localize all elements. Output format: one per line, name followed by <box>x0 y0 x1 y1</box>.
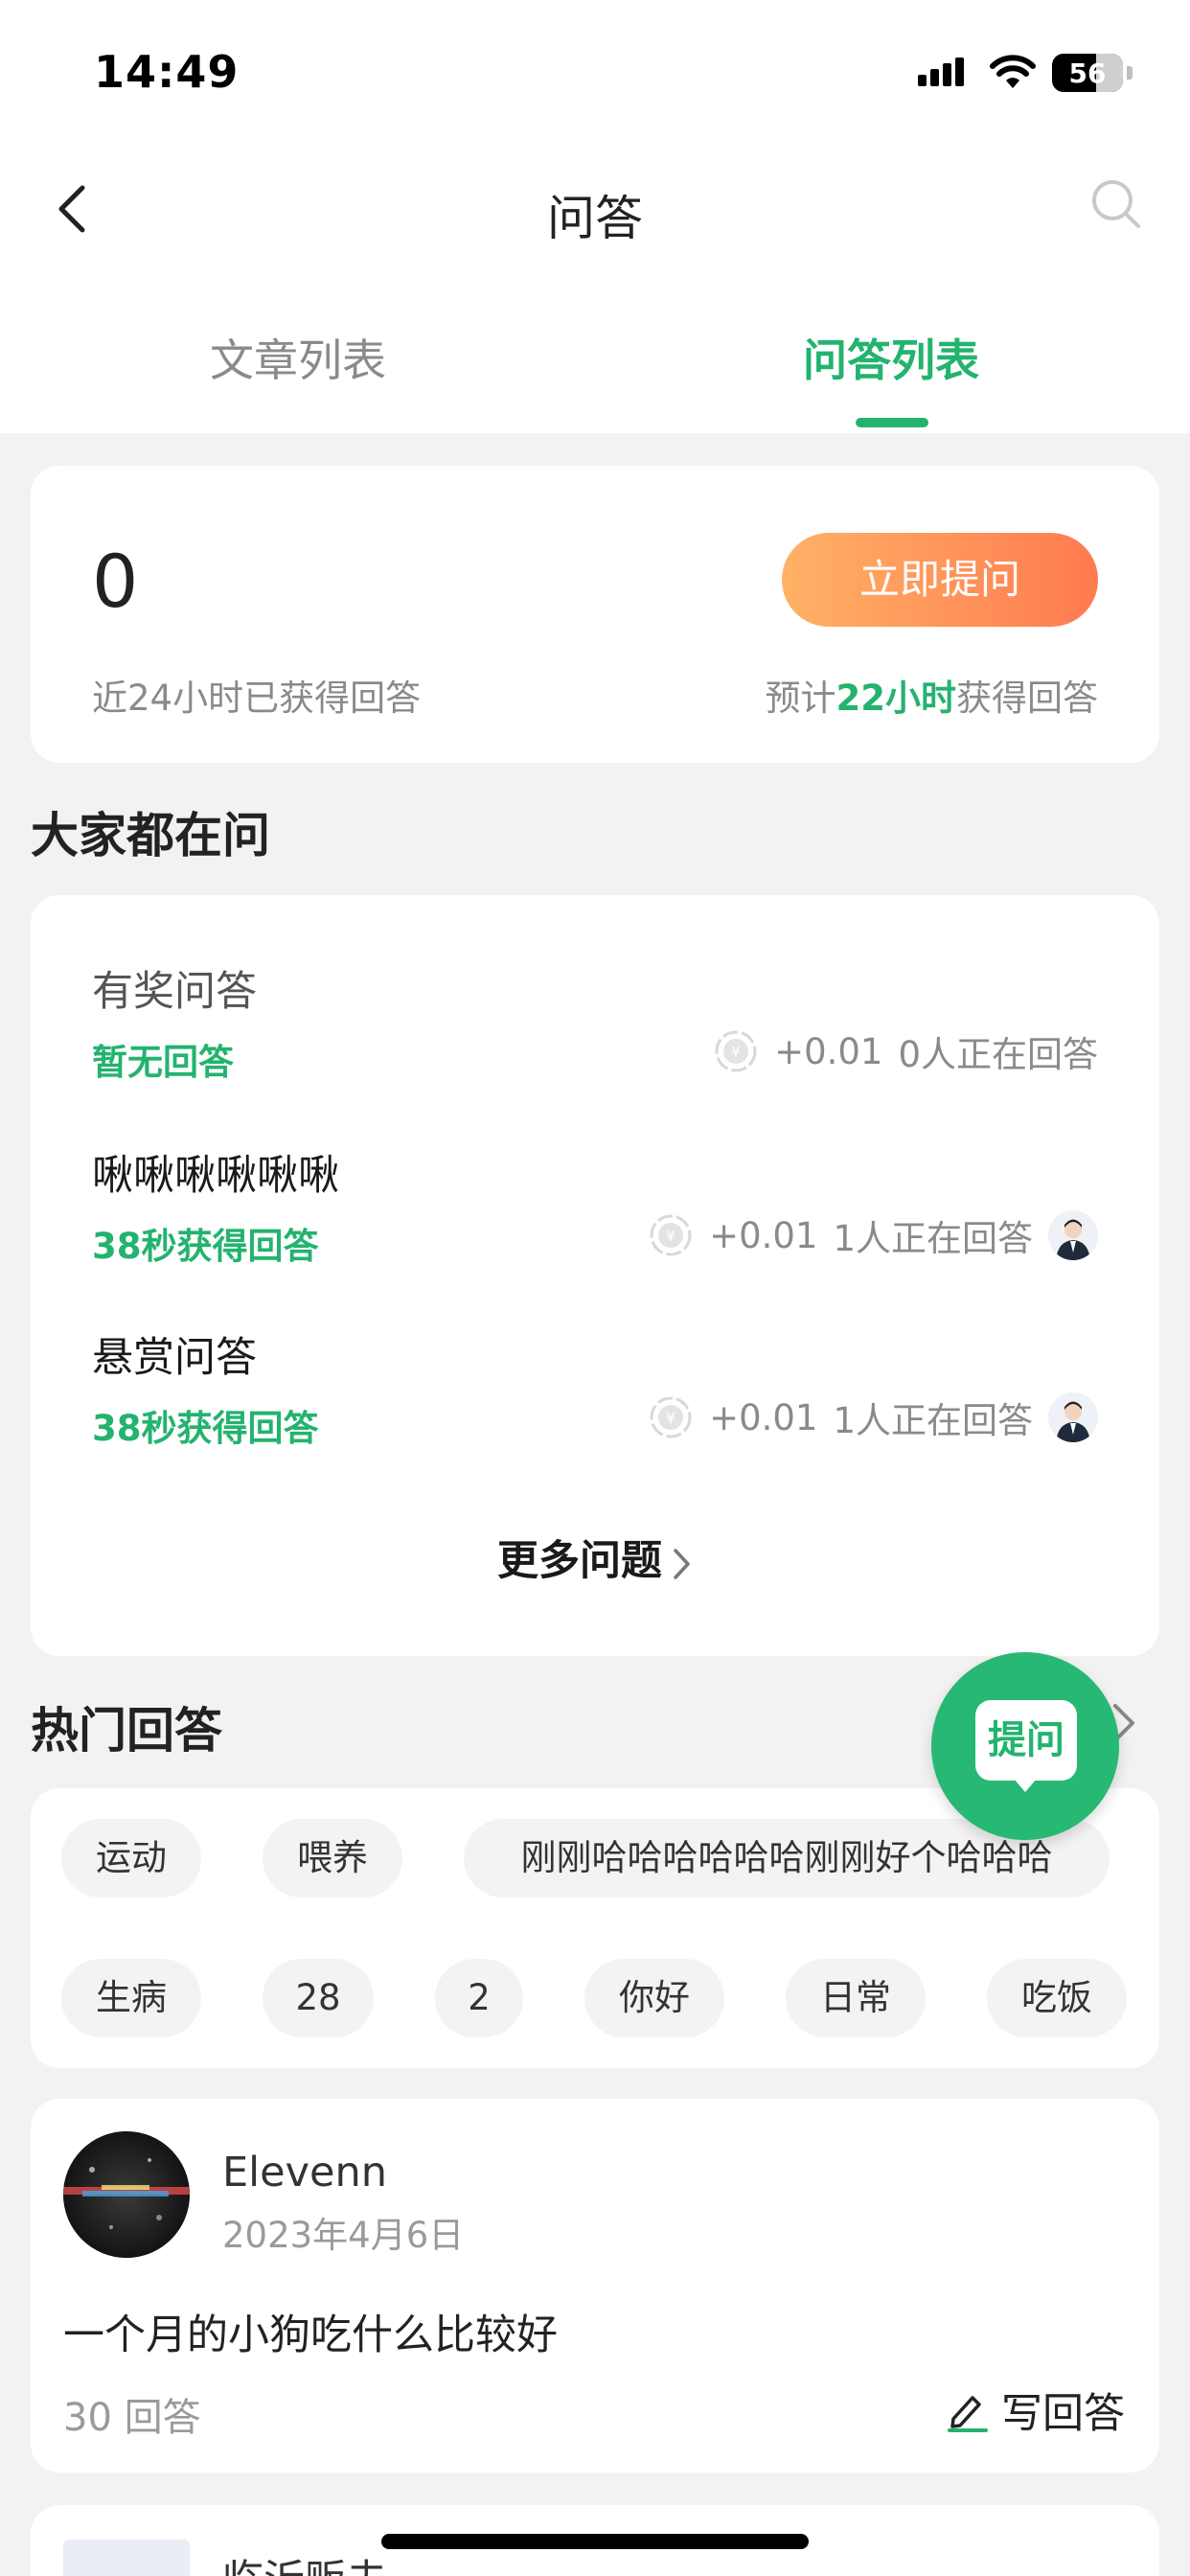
svg-text:¥: ¥ <box>731 1043 741 1061</box>
tag-chip[interactable]: 喂养 <box>263 1819 402 1898</box>
active-tab-indicator <box>856 418 928 427</box>
write-answer-label: 写回答 <box>1001 2390 1125 2438</box>
tag-chip[interactable]: 28 <box>263 1959 374 2037</box>
answer-count: 0 <box>92 539 139 624</box>
question-meta: ¥ +0.01 1人正在回答 <box>648 1392 1098 1443</box>
svg-text:¥: ¥ <box>666 1227 675 1245</box>
speech-bubble-tail <box>1014 1779 1037 1792</box>
reward-amount: +0.01 <box>709 1396 818 1438</box>
page-title: 问答 <box>547 191 643 246</box>
hot-question-card[interactable]: Elevenn 2023年4月6日 一个月的小狗吃什么比较好 30 回答 写回答 <box>31 2099 1159 2472</box>
author-avatar[interactable] <box>63 2131 190 2258</box>
ask-now-button[interactable]: 立即提问 <box>782 533 1098 627</box>
home-indicator <box>381 2534 809 2549</box>
estimated-hours: 22小时 <box>835 678 957 719</box>
question-meta: ¥ +0.01 1人正在回答 <box>648 1209 1098 1261</box>
battery-level: 56 <box>1068 57 1107 89</box>
search-icon[interactable] <box>1088 176 1144 232</box>
cellular-signal-icon <box>918 58 964 86</box>
answerer-avatar <box>1048 1210 1098 1260</box>
section-title-everyone-asking: 大家都在问 <box>31 808 270 863</box>
chevron-right-icon <box>674 1548 690 1579</box>
author-avatar[interactable] <box>63 2540 190 2576</box>
pencil-icon <box>948 2396 988 2432</box>
reward-amount: +0.01 <box>774 1030 883 1072</box>
tag-chip[interactable]: 你好 <box>584 1959 724 2037</box>
post-date: 2023年4月6日 <box>222 2215 465 2256</box>
question-title: 有奖问答 <box>92 968 257 1016</box>
author-name[interactable]: 临沂贩夫 <box>222 2547 387 2576</box>
status-bar: 14:49 56 <box>0 0 1190 144</box>
floating-ask-button[interactable]: 提问 <box>931 1652 1119 1840</box>
question-status: 暂无回答 <box>92 1042 234 1083</box>
question-status: 38秒获得回答 <box>92 1408 319 1449</box>
question-meta: ¥ +0.01 0人正在回答 <box>713 1025 1098 1077</box>
tag-chip[interactable]: 吃饭 <box>987 1959 1127 2037</box>
question-item[interactable]: 悬赏问答 38秒获得回答 ¥ +0.01 1人正在回答 <box>92 1324 1098 1468</box>
answer-stats-card: 0 立即提问 近24小时已获得回答 预计22小时获得回答 <box>31 466 1159 763</box>
question-item[interactable]: 有奖问答 暂无回答 ¥ +0.01 0人正在回答 <box>92 958 1098 1102</box>
answerer-avatar <box>1048 1392 1098 1442</box>
battery-indicator: 56 <box>1052 54 1123 92</box>
section-title-hot-answers: 热门回答 <box>31 1703 222 1759</box>
estimated-answer-time: 预计22小时获得回答 <box>765 678 1099 719</box>
more-questions-link[interactable]: 更多问题 <box>31 1528 1159 1587</box>
navigation-bar: 问答 <box>0 153 1190 268</box>
status-icons: 56 <box>918 54 1133 92</box>
tag-chip[interactable]: 2 <box>435 1959 523 2037</box>
answering-count: 0人正在回答 <box>898 1034 1098 1075</box>
everyone-asking-card: 有奖问答 暂无回答 ¥ +0.01 0人正在回答 啾啾啾啾啾啾 38秒获得回答 … <box>31 895 1159 1656</box>
answering-count: 1人正在回答 <box>833 1218 1033 1259</box>
question-status: 38秒获得回答 <box>92 1226 319 1267</box>
floating-ask-label: 提问 <box>975 1700 1077 1781</box>
answering-count: 1人正在回答 <box>833 1400 1033 1441</box>
write-answer-button[interactable]: 写回答 <box>946 2380 1125 2440</box>
answer-count: 30 回答 <box>63 2396 201 2440</box>
tab-qa-list[interactable]: 问答列表 <box>699 326 1083 389</box>
coin-icon: ¥ <box>650 1214 692 1256</box>
tag-chip[interactable]: 生病 <box>61 1959 201 2037</box>
more-questions-label: 更多问题 <box>497 1537 662 1585</box>
wifi-icon <box>990 55 1036 88</box>
battery-tip <box>1127 66 1133 80</box>
tab-bar: 文章列表 问答列表 <box>0 316 1190 433</box>
question-item[interactable]: 啾啾啾啾啾啾 38秒获得回答 ¥ +0.01 1人正在回答 <box>92 1142 1098 1286</box>
author-name[interactable]: Elevenn <box>222 2149 387 2196</box>
status-time: 14:49 <box>94 46 240 98</box>
tag-chip[interactable]: 运动 <box>61 1819 201 1898</box>
svg-text:¥: ¥ <box>666 1409 675 1427</box>
tag-chip[interactable]: 日常 <box>786 1959 926 2037</box>
answer-count-label: 近24小时已获得回答 <box>92 678 422 719</box>
question-text[interactable]: 一个月的小狗吃什么比较好 <box>63 2302 558 2361</box>
coin-icon: ¥ <box>650 1396 692 1438</box>
coin-icon: ¥ <box>715 1030 757 1072</box>
reward-amount: +0.01 <box>709 1214 818 1256</box>
tab-article-list[interactable]: 文章列表 <box>106 326 490 389</box>
question-title: 啾啾啾啾啾啾 <box>92 1152 339 1200</box>
question-title: 悬赏问答 <box>92 1334 257 1382</box>
